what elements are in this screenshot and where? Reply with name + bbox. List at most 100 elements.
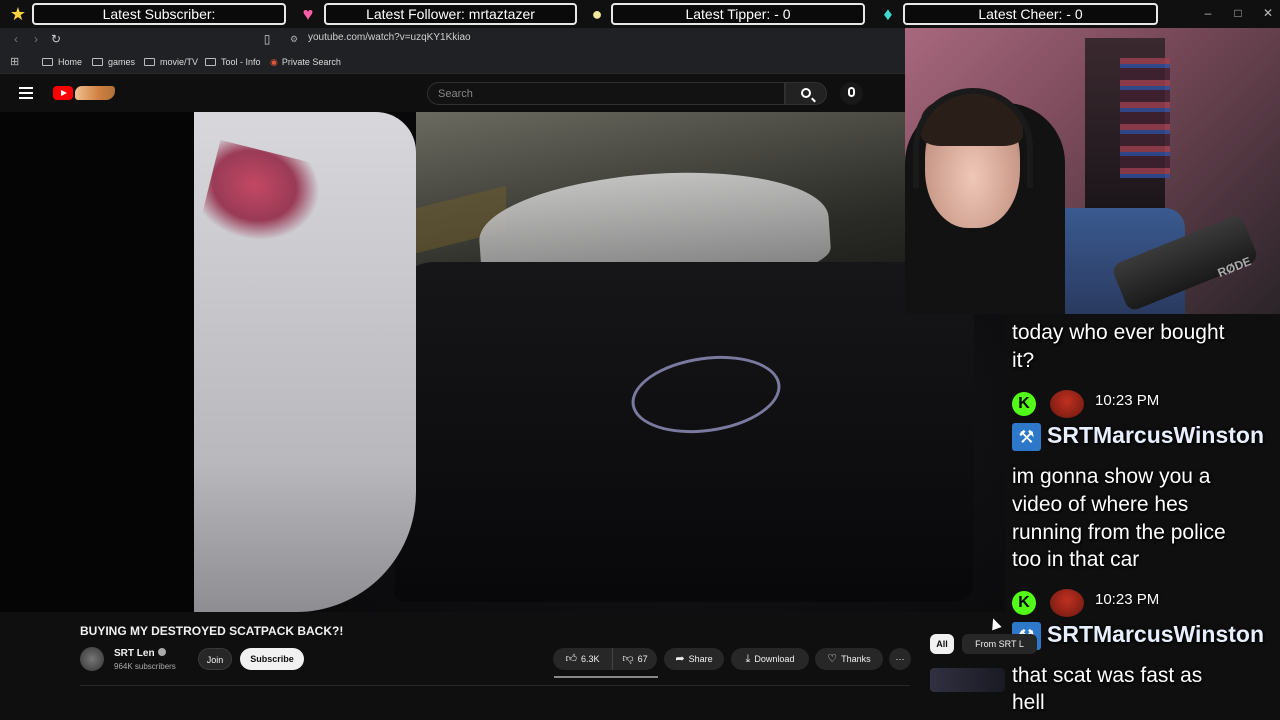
like-count: 6.3K [580, 654, 600, 664]
chat-message-line: video of where hes [1012, 493, 1189, 516]
related-video-thumbnail[interactable] [930, 668, 1005, 692]
video-title: BUYING MY DESTROYED SCATPACK BACK?! [80, 624, 344, 638]
search-input[interactable] [428, 83, 784, 104]
thumbs-up-icon: 👍︎ [565, 653, 577, 665]
video-player[interactable] [0, 112, 1005, 612]
dislike-button[interactable]: 👎︎ 67 [613, 648, 657, 670]
latest-subscriber-box: Latest Subscriber: [32, 3, 286, 25]
bookmark-movie-tv[interactable]: movie/TV [144, 55, 198, 69]
youtube-logo-icon[interactable] [53, 86, 73, 100]
apps-icon[interactable]: ⊞ [10, 55, 19, 69]
search-box [427, 82, 785, 105]
address-bar[interactable]: youtube.com/watch?v=uzqKY1Kkiao [308, 32, 471, 43]
subscriber-count: 964K subscribers [114, 662, 176, 671]
chat-message-line: im gonna show you a [1012, 465, 1211, 488]
bookmark-label: movie/TV [160, 57, 199, 67]
private-search-icon: ◉ [270, 57, 278, 67]
maximize-icon[interactable]: □ [1223, 4, 1253, 22]
minimize-icon[interactable]: – [1193, 4, 1223, 22]
chat-message-line: too in that car [1012, 548, 1140, 571]
channel-avatar[interactable] [80, 647, 104, 671]
thumbs-down-icon: 👎︎ [622, 653, 634, 665]
thanks-label: Thanks [841, 654, 871, 664]
youtube-header [0, 74, 905, 112]
webcam-overlay: RØDE [905, 28, 1280, 314]
coin-icon: ● [591, 4, 603, 24]
video-info: BUYING MY DESTROYED SCATPACK BACK?! SRT … [0, 612, 1005, 720]
youtube-doodle[interactable] [75, 86, 115, 100]
forward-icon[interactable]: › [28, 31, 44, 47]
bookmark-label: Home [58, 57, 83, 67]
shirt-print [198, 140, 328, 254]
chat-overlay: today who ever bought it? K 10:23 PM ⚒ S… [1005, 314, 1280, 720]
bookmark-private-search[interactable]: ◉ Private Search [270, 55, 341, 69]
latest-tipper-box: Latest Tipper: - 0 [611, 3, 865, 25]
chip-from-channel[interactable]: From SRT L [962, 634, 1037, 654]
chat-message-line: running from the police [1012, 521, 1226, 544]
moderator-badge-icon: ⚒ [1012, 423, 1041, 451]
subscribe-button[interactable]: Subscribe [240, 648, 304, 670]
chat-username: SRTMarcusWinston [1047, 422, 1265, 448]
like-button[interactable]: 👍︎ 6.3K [553, 648, 613, 670]
folder-icon [42, 58, 53, 66]
video-scene-person [194, 112, 416, 612]
screen: ★ Latest Subscriber: ♥ Latest Follower: … [0, 0, 1280, 720]
user-avatar [1050, 589, 1084, 617]
chip-all[interactable]: All [930, 634, 954, 654]
kick-badge-icon: K [1012, 591, 1036, 615]
voice-search-button[interactable] [840, 82, 863, 105]
bookmark-home[interactable]: Home [42, 55, 82, 69]
share-button[interactable]: ➦ Share [664, 648, 724, 670]
chat-timestamp: 10:23 PM [1095, 591, 1160, 608]
thanks-icon: ♡ [827, 653, 838, 665]
reload-icon[interactable]: ↻ [48, 31, 64, 47]
chat-message-line: today who ever bought [1012, 321, 1225, 344]
latest-follower-box: Latest Follower: mrtaztazer [324, 3, 577, 25]
bookmark-label: Tool - Info [221, 57, 261, 67]
join-button[interactable]: Join [198, 648, 232, 670]
microphone-icon [848, 87, 855, 97]
channel-name[interactable]: SRT Len [114, 648, 166, 659]
dislike-count: 67 [637, 654, 648, 664]
download-button[interactable]: ⤓ Download [731, 648, 809, 670]
bookmarks-bar: ⊞ Home games movie/TV Tool - Info ◉ Priva… [0, 50, 905, 74]
chat-message-line: that scat was fast as [1012, 664, 1203, 687]
site-info-icon[interactable]: ⚙ [286, 31, 302, 47]
thanks-button[interactable]: ♡ Thanks [815, 648, 883, 670]
kick-badge-icon: K [1012, 392, 1036, 416]
download-icon: ⤓ [745, 653, 751, 665]
stream-overlay-bar: ★ Latest Subscriber: ♥ Latest Follower: … [0, 0, 1280, 28]
bookmark-games[interactable]: games [92, 55, 135, 69]
heart-icon: ♥ [302, 4, 314, 24]
user-avatar [1050, 390, 1084, 418]
chat-message-line: hell [1012, 691, 1045, 714]
latest-cheer-box: Latest Cheer: - 0 [903, 3, 1158, 25]
bookmark-page-icon[interactable]: ▯ [259, 31, 275, 47]
folder-icon [92, 58, 103, 66]
bookmark-label: Private Search [281, 57, 341, 67]
menu-icon[interactable] [19, 87, 33, 99]
bookmark-label: games [108, 57, 136, 67]
chat-username: SRTMarcusWinston [1047, 621, 1265, 647]
bookmark-tool-info[interactable]: Tool - Info [205, 55, 261, 69]
browser-toolbar: ‹ › ↻ ▯ ⚙ youtube.com/watch?v=uzqKY1Kkia… [0, 28, 905, 50]
webcam-books [1120, 58, 1170, 178]
like-ratio-bar [554, 676, 658, 678]
chat-message-line: it? [1012, 349, 1035, 372]
search-button[interactable] [785, 82, 827, 105]
folder-icon [205, 58, 216, 66]
back-icon[interactable]: ‹ [8, 31, 24, 47]
more-actions-button[interactable]: ⋯ [889, 648, 911, 670]
search-icon [801, 88, 811, 98]
divider [80, 685, 910, 686]
channel-name-text: SRT Len [114, 648, 155, 659]
download-label: Download [754, 654, 795, 664]
verified-icon [157, 648, 166, 656]
share-icon: ➦ [675, 653, 685, 665]
share-label: Share [688, 654, 713, 664]
close-icon[interactable]: ✕ [1253, 4, 1280, 22]
gem-icon: ♦ [883, 4, 893, 24]
video-frame [194, 112, 1005, 612]
star-icon: ★ [9, 4, 27, 24]
like-dislike-group: 👍︎ 6.3K 👎︎ 67 [553, 648, 657, 670]
